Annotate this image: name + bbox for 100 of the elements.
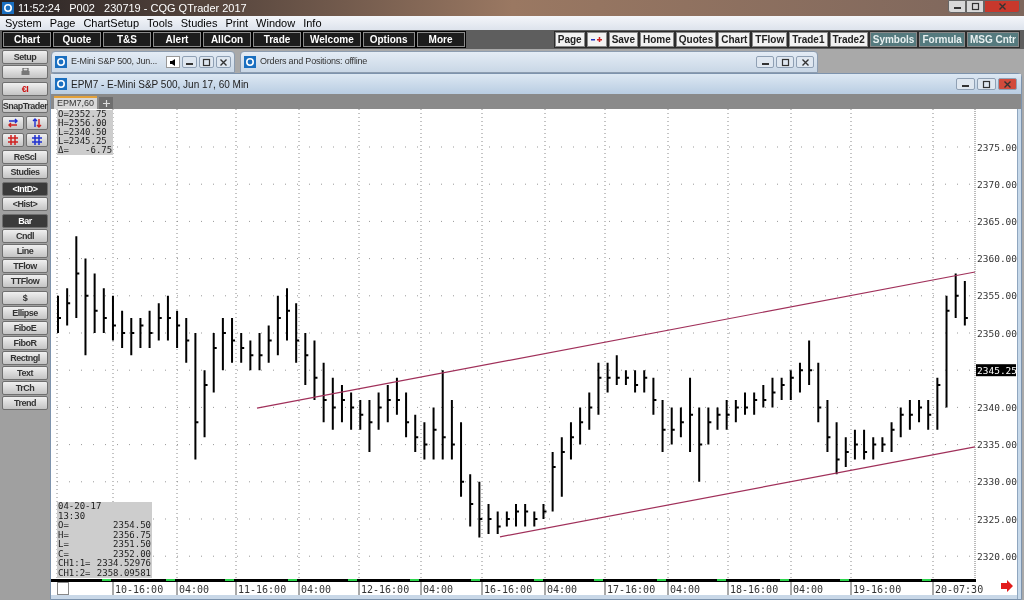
toolbar-button[interactable]: Alert	[153, 32, 201, 47]
data-label: H=	[58, 530, 69, 540]
axis-label: 2330.00	[977, 476, 1017, 488]
swap-button[interactable]	[2, 116, 24, 130]
sidebar-button[interactable]: €I	[2, 82, 48, 96]
zoom-button[interactable]	[586, 32, 607, 47]
toolbar-button[interactable]: T&S	[103, 32, 151, 47]
toolbar-button[interactable]: AllCon	[203, 32, 251, 47]
window-tab[interactable]: E-Mini S&P 500, Jun...	[51, 51, 235, 73]
maximize-icon	[780, 57, 790, 67]
ohlc-text: L=2345.25	[58, 137, 108, 146]
sidebar-button[interactable]: Ellipse	[2, 306, 48, 320]
minimize-button[interactable]	[956, 78, 975, 90]
data-value: 2334.52976	[96, 559, 151, 569]
menu-item[interactable]: Tools	[144, 14, 176, 32]
toolbar-button[interactable]: Welcome	[303, 32, 361, 47]
axis-label: 2355.00	[977, 290, 1017, 302]
grid-button[interactable]	[26, 133, 48, 147]
minimize-button[interactable]	[756, 56, 774, 68]
sidebar-button[interactable]: ReScl	[2, 150, 48, 164]
ohlc-text: L=2340.50	[58, 128, 108, 137]
sidebar-button[interactable]: Rectngl	[2, 351, 48, 365]
toolbar-button[interactable]: Trade2	[829, 32, 868, 47]
menu-item[interactable]: Studies	[177, 14, 221, 32]
toolbar-button[interactable]: Symbols	[869, 32, 918, 47]
app-icon	[244, 56, 256, 68]
maximize-button[interactable]	[966, 0, 984, 13]
printer-icon	[20, 68, 30, 76]
data-label: CH1:2=	[58, 568, 91, 578]
window-title: 11:52:24 P002 230719 - CQG QTrader 2017	[18, 0, 247, 16]
app-icon	[55, 78, 67, 90]
hash-icon	[32, 135, 42, 145]
swap-button[interactable]	[26, 116, 48, 130]
axis-label: 2360.00	[977, 253, 1017, 265]
sidebar-button[interactable]: FiboR	[2, 336, 48, 350]
toolbar-button[interactable]: Chart	[3, 32, 51, 47]
sidebar-button[interactable]: <IntD>	[2, 182, 48, 196]
menu-item[interactable]: System	[2, 14, 45, 32]
toolbar-button[interactable]: TFlow	[752, 32, 788, 47]
maximize-button[interactable]	[977, 78, 996, 90]
sidebar-button[interactable]: Studies	[2, 165, 48, 179]
menu-item[interactable]: Print	[222, 14, 252, 32]
sidebar-button[interactable]: Cndl	[2, 229, 48, 243]
sidebar-button[interactable]: TrCh	[2, 381, 48, 395]
close-button[interactable]	[998, 78, 1017, 90]
chart-tab[interactable]: EPM7,60	[54, 96, 98, 109]
data-value: 2358.09581	[96, 568, 151, 578]
toolbar-button[interactable]: Save	[608, 32, 638, 47]
sidebar-button[interactable]: Trend	[2, 396, 48, 410]
maximize-icon	[982, 79, 991, 89]
sidebar-button[interactable]: $	[2, 291, 48, 305]
speaker-icon	[170, 58, 176, 66]
toolbar-button[interactable]: Page	[554, 32, 585, 47]
toolbar-button[interactable]: Trade1	[789, 32, 828, 47]
vertical-arrows-icon	[32, 118, 42, 128]
minus-plus-icon	[591, 36, 603, 43]
last-price-label: 2345.25	[976, 364, 1017, 377]
sidebar-button[interactable]: Bar	[2, 214, 48, 228]
sidebar-button[interactable]: TFlow	[2, 259, 48, 273]
sidebar-button[interactable]: FiboE	[2, 321, 48, 335]
window-tab[interactable]: Orders and Positions: offline	[240, 51, 818, 73]
close-button[interactable]	[796, 56, 814, 68]
data-label: CH1:1=	[58, 559, 91, 569]
minimize-button[interactable]	[948, 0, 966, 13]
sidebar-button[interactable]: Setup	[2, 50, 48, 64]
menu-item[interactable]: ChartSetup	[80, 14, 143, 32]
data-label: O=	[58, 521, 69, 531]
sidebar-button[interactable]: <Hist>	[2, 197, 48, 211]
maximize-button[interactable]	[776, 56, 794, 68]
toolbar-button[interactable]: Options	[362, 32, 415, 47]
sidebar-button[interactable]: Line	[2, 244, 48, 258]
sidebar-button[interactable]: Text	[2, 366, 48, 380]
grid-button[interactable]	[2, 133, 24, 147]
menu-item[interactable]: Window	[253, 14, 299, 32]
toolbar-button[interactable]: Chart	[718, 32, 751, 47]
hash-icon	[8, 135, 18, 145]
window-title: EPM7 - E-Mini S&P 500, Jun 17, 60 Min	[71, 77, 249, 92]
sound-button[interactable]	[166, 56, 180, 68]
maximize-button[interactable]	[199, 56, 214, 68]
close-button[interactable]	[216, 56, 231, 68]
time-text: 13:30	[58, 511, 87, 521]
toolbar-button[interactable]: Quotes	[675, 32, 717, 47]
data-label: C=	[58, 549, 69, 559]
toolbar-button[interactable]: More	[416, 32, 465, 47]
axis-label: 04:00	[793, 584, 824, 595]
menu-item[interactable]: Page	[46, 14, 79, 32]
toolbar-button[interactable]: Formula	[919, 32, 965, 47]
sidebar-button[interactable]: TTFlow	[2, 274, 48, 288]
toolbar-button[interactable]: Quote	[53, 32, 101, 47]
print-button[interactable]	[2, 65, 48, 79]
menu-item[interactable]: Info	[300, 14, 325, 32]
axis-label: 2365.00	[977, 215, 1017, 227]
toolbar-button[interactable]: Home	[640, 32, 674, 47]
axis-label: 04:00	[301, 584, 332, 595]
toolbar-button[interactable]: MSG Cntr	[966, 32, 1019, 47]
data-value: 2352.00	[113, 549, 151, 559]
add-tab-button[interactable]	[99, 97, 114, 109]
toolbar-button[interactable]: Trade	[253, 32, 301, 47]
ohlc-text: O=2352.75	[58, 110, 108, 119]
minimize-button[interactable]	[182, 56, 197, 68]
